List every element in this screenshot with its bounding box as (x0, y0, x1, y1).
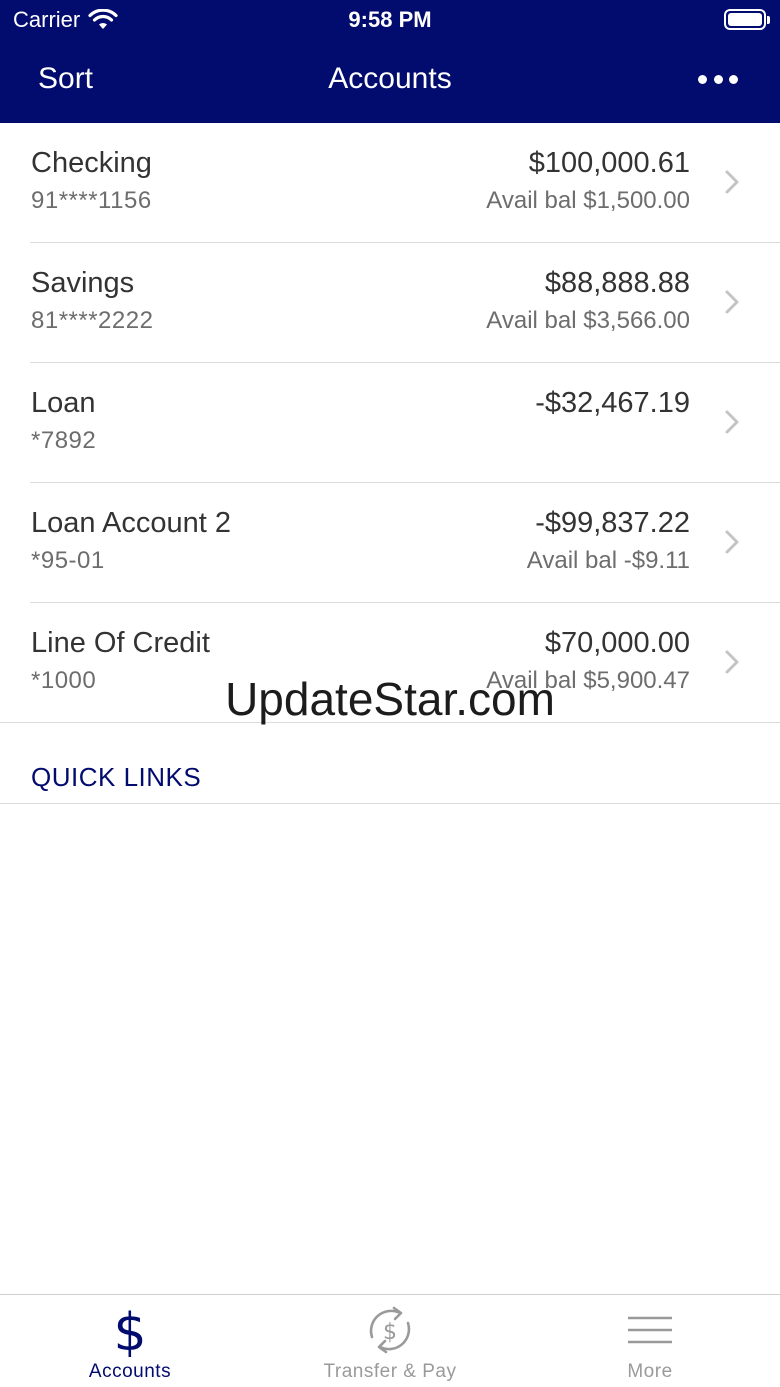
chevron-right-icon (725, 530, 739, 554)
accounts-list: Checking 91****1156 $100,000.61 Avail ba… (0, 123, 780, 723)
available-balance: Avail bal $3,566.00 (486, 307, 690, 334)
account-balance: -$32,467.19 (535, 387, 690, 419)
account-row-savings[interactable]: Savings 81****2222 $88,888.88 Avail bal … (0, 243, 780, 363)
account-row-loan[interactable]: Loan *7892 -$32,467.19 (0, 363, 780, 483)
account-name: Savings (31, 267, 135, 299)
account-number: *95-01 (31, 547, 105, 574)
svg-text:$: $ (113, 1303, 146, 1357)
account-name: Line Of Credit (31, 627, 210, 659)
app-header: Carrier 9:58 PM Sort Accounts (0, 0, 780, 123)
account-name: Checking (31, 147, 152, 179)
watermark: UpdateStar.com (225, 673, 555, 725)
page-title: Accounts (328, 62, 452, 95)
ellipsis-icon[interactable] (698, 64, 738, 94)
account-balance: -$99,837.22 (535, 507, 690, 539)
tab-label: More (627, 1361, 673, 1382)
sort-button[interactable]: Sort (38, 62, 93, 96)
status-time: 9:58 PM (348, 7, 432, 32)
tab-bar: $ Accounts $ Transfer & Pay More (0, 1294, 780, 1387)
account-row-loan-account-2[interactable]: Loan Account 2 *95-01 -$99,837.22 Avail … (0, 483, 780, 603)
dollar-icon: $ (113, 1303, 146, 1357)
available-balance: Avail bal -$9.11 (526, 547, 690, 574)
tab-label: Transfer & Pay (323, 1361, 457, 1382)
battery-icon (724, 9, 770, 30)
account-balance: $88,888.88 (544, 267, 690, 299)
account-row-checking[interactable]: Checking 91****1156 $100,000.61 Avail ba… (0, 123, 780, 243)
chevron-right-icon (725, 170, 739, 194)
tab-more[interactable]: More (520, 1295, 780, 1387)
account-balance: $100,000.61 (528, 147, 690, 179)
chevron-right-icon (725, 290, 739, 314)
chevron-right-icon (725, 410, 739, 434)
status-bar: Carrier 9:58 PM (0, 0, 780, 42)
account-number: *7892 (31, 427, 97, 454)
svg-text:$: $ (383, 1320, 397, 1345)
account-name: Loan (31, 387, 96, 419)
tab-transfer-pay[interactable]: $ Transfer & Pay (260, 1295, 520, 1387)
quick-links-divider (0, 803, 780, 804)
account-number: 91****1156 (31, 187, 152, 214)
available-balance: Avail bal $1,500.00 (486, 187, 690, 214)
transfer-icon: $ (369, 1306, 411, 1354)
quick-links-header: QUICK LINKS (31, 762, 202, 792)
menu-icon (628, 1316, 672, 1344)
account-number: 81****2222 (31, 307, 154, 334)
tab-label: Accounts (88, 1361, 172, 1382)
account-name: Loan Account 2 (31, 507, 231, 539)
tab-accounts[interactable]: $ Accounts (0, 1295, 260, 1387)
account-balance: $70,000.00 (544, 627, 690, 659)
